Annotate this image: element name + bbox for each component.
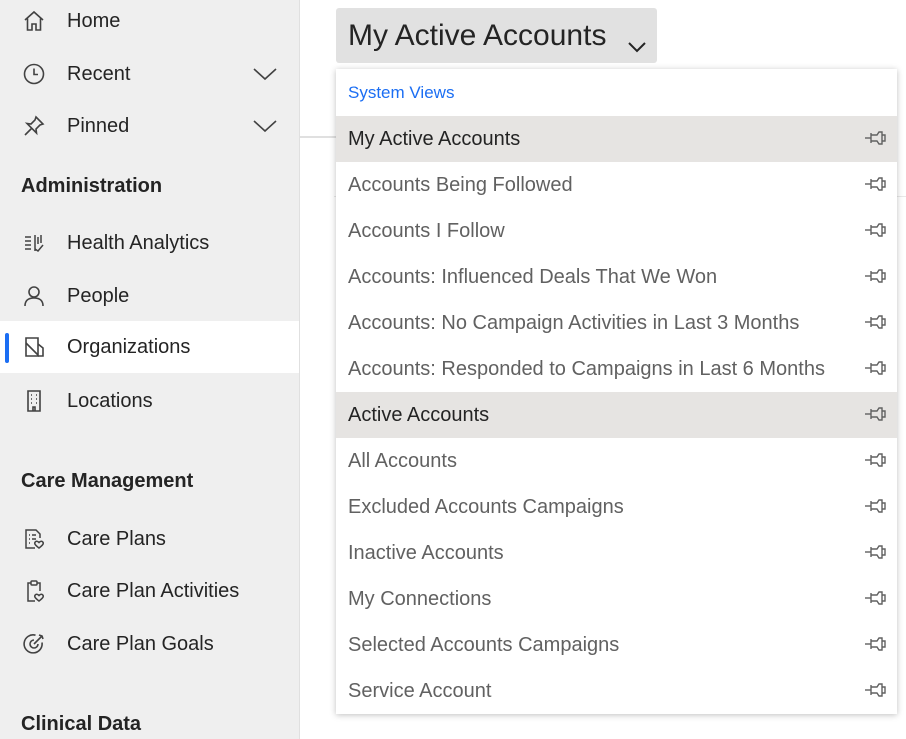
organization-icon xyxy=(22,335,46,359)
sidebar-item-label: Health Analytics xyxy=(67,232,210,254)
sidebar-item-label: Care Plan Activities xyxy=(67,580,240,602)
sidebar-item-pinned[interactable]: Pinned xyxy=(0,100,299,152)
section-header-care-management: Care Management xyxy=(21,470,194,492)
chevron-down-icon[interactable] xyxy=(252,62,278,86)
sidebar-item-label: Care Plans xyxy=(67,528,166,550)
pin-icon[interactable] xyxy=(863,357,887,379)
dropdown-item[interactable]: Selected Accounts Campaigns xyxy=(336,622,897,668)
dropdown-item[interactable]: Inactive Accounts xyxy=(336,530,897,576)
dropdown-item-label: Excluded Accounts Campaigns xyxy=(348,496,624,518)
view-selector-label: My Active Accounts xyxy=(348,18,607,52)
sidebar-item-label: Locations xyxy=(67,390,153,412)
pin-icon[interactable] xyxy=(863,449,887,471)
dropdown-item-label: All Accounts xyxy=(348,450,457,472)
pin-icon[interactable] xyxy=(863,173,887,195)
sidebar-item-label: Organizations xyxy=(67,336,191,358)
pin-icon[interactable] xyxy=(863,633,887,655)
sidebar-item-label: People xyxy=(67,285,130,307)
pin-icon[interactable] xyxy=(863,679,887,701)
dropdown-item-label: Accounts: Responded to Campaigns in Last… xyxy=(348,358,825,380)
dropdown-item[interactable]: Accounts: Influenced Deals That We Won xyxy=(336,254,897,300)
dropdown-item-label: Active Accounts xyxy=(348,404,490,426)
pin-icon[interactable] xyxy=(863,541,887,563)
pin-icon[interactable] xyxy=(863,495,887,517)
section-header-clinical-data: Clinical Data xyxy=(21,713,142,735)
dropdown-section-header: System Views xyxy=(348,83,455,102)
dropdown-item[interactable]: Active Accounts xyxy=(336,392,897,438)
sidebar-item-label: Pinned xyxy=(67,115,130,137)
pin-icon[interactable] xyxy=(863,587,887,609)
dropdown-item[interactable]: Excluded Accounts Campaigns xyxy=(336,484,897,530)
sidebar-item-health-analytics[interactable]: Health Analytics xyxy=(0,217,299,269)
dropdown-item[interactable]: Accounts I Follow xyxy=(336,208,897,254)
sidebar-item-label: Recent xyxy=(67,63,131,85)
sidebar-item-label: Care Plan Goals xyxy=(67,633,214,655)
view-dropdown-menu: System Views My Active Accounts Accounts … xyxy=(336,69,897,714)
sidebar-item-recent[interactable]: Recent xyxy=(0,48,299,100)
pin-icon[interactable] xyxy=(863,127,887,149)
home-icon xyxy=(22,9,46,33)
section-header-administration: Administration xyxy=(21,175,163,197)
sidebar-item-care-plans[interactable]: Care Plans xyxy=(0,513,299,565)
dropdown-item-label: Accounts: Influenced Deals That We Won xyxy=(348,266,718,288)
dropdown-item-label: Selected Accounts Campaigns xyxy=(348,634,620,656)
pin-icon[interactable] xyxy=(863,311,887,333)
person-icon xyxy=(22,284,46,308)
clipboard-icon xyxy=(22,579,46,603)
sidebar-nav: Home Recent Pinned Administration Health… xyxy=(0,0,300,739)
dropdown-item[interactable]: Service Account xyxy=(336,668,897,714)
sidebar-item-care-plan-activities[interactable]: Care Plan Activities xyxy=(0,565,299,617)
sidebar-item-label: Home xyxy=(67,10,121,32)
pin-icon[interactable] xyxy=(863,403,887,425)
building-icon xyxy=(22,389,46,413)
sidebar-item-locations[interactable]: Locations xyxy=(0,375,299,427)
health-analytics-icon xyxy=(22,231,46,255)
pin-icon[interactable] xyxy=(863,219,887,241)
dropdown-item-label: Accounts: No Campaign Activities in Last… xyxy=(348,312,800,334)
target-icon xyxy=(22,632,46,656)
dropdown-item-label: My Active Accounts xyxy=(348,128,521,150)
sidebar-item-organizations[interactable]: Organizations xyxy=(0,321,299,373)
pin-icon xyxy=(22,114,46,138)
chevron-down-icon[interactable] xyxy=(252,114,278,138)
sidebar-item-care-plan-goals[interactable]: Care Plan Goals xyxy=(0,618,299,670)
view-selector-button[interactable]: My Active Accounts xyxy=(336,8,657,63)
dropdown-item[interactable]: Accounts: No Campaign Activities in Last… xyxy=(336,300,897,346)
dropdown-item-label: Accounts Being Followed xyxy=(348,174,573,196)
sidebar-item-people[interactable]: People xyxy=(0,270,299,322)
dropdown-item-label: Accounts I Follow xyxy=(348,220,505,242)
dropdown-item[interactable]: Accounts Being Followed xyxy=(336,162,897,208)
chevron-down-icon xyxy=(627,28,647,62)
dropdown-item[interactable]: Accounts: Responded to Campaigns in Last… xyxy=(336,346,897,392)
pin-icon[interactable] xyxy=(863,265,887,287)
dropdown-item-label: Service Account xyxy=(348,680,492,702)
dropdown-item[interactable]: My Active Accounts xyxy=(336,116,897,162)
selected-indicator xyxy=(5,333,9,363)
dropdown-item-label: Inactive Accounts xyxy=(348,542,504,564)
dropdown-item[interactable]: My Connections xyxy=(336,576,897,622)
dropdown-item[interactable]: All Accounts xyxy=(336,438,897,484)
clock-icon xyxy=(22,62,46,86)
sidebar-item-home[interactable]: Home xyxy=(0,0,299,47)
care-plan-icon xyxy=(22,527,46,551)
dropdown-item-label: My Connections xyxy=(348,588,492,610)
divider xyxy=(300,136,336,138)
